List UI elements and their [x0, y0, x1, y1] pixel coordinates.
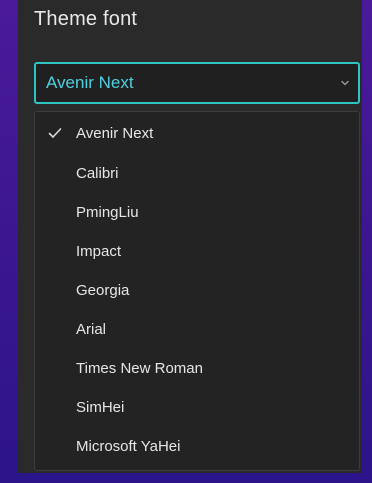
font-option-avenir-next[interactable]: Avenir Next	[35, 114, 359, 152]
font-option-impact[interactable]: Impact	[35, 232, 359, 270]
font-option-microsoft-yahei[interactable]: Microsoft YaHei	[35, 427, 359, 465]
font-option-label: SimHei	[76, 398, 125, 416]
font-option-simhei[interactable]: SimHei	[35, 388, 359, 426]
background-right	[362, 0, 372, 483]
theme-font-select[interactable]: Avenir Next	[34, 62, 360, 104]
font-option-georgia[interactable]: Georgia	[35, 271, 359, 309]
font-option-label: PmingLiu	[76, 203, 139, 221]
font-option-label: Georgia	[76, 281, 130, 299]
check-icon	[48, 128, 62, 138]
font-option-label: Impact	[76, 242, 122, 260]
theme-font-selected-value: Avenir Next	[46, 73, 134, 92]
font-option-label: Avenir Next	[76, 124, 154, 142]
font-option-times-new-roman[interactable]: Times New Roman	[35, 349, 359, 387]
font-option-label: Times New Roman	[76, 359, 203, 377]
theme-font-label: Theme font	[34, 8, 138, 30]
background-left	[0, 0, 18, 483]
font-option-calibri[interactable]: Calibri	[35, 154, 359, 192]
theme-font-menu: Avenir Next Calibri PmingLiu Impact Geor…	[34, 111, 360, 471]
font-option-label: Calibri	[76, 164, 119, 182]
font-option-pmingliu[interactable]: PmingLiu	[35, 193, 359, 231]
chevron-down-icon	[341, 80, 349, 86]
font-option-arial[interactable]: Arial	[35, 310, 359, 348]
font-option-label: Microsoft YaHei	[76, 437, 181, 455]
font-option-label: Arial	[76, 320, 107, 338]
background-bottom	[0, 473, 372, 483]
